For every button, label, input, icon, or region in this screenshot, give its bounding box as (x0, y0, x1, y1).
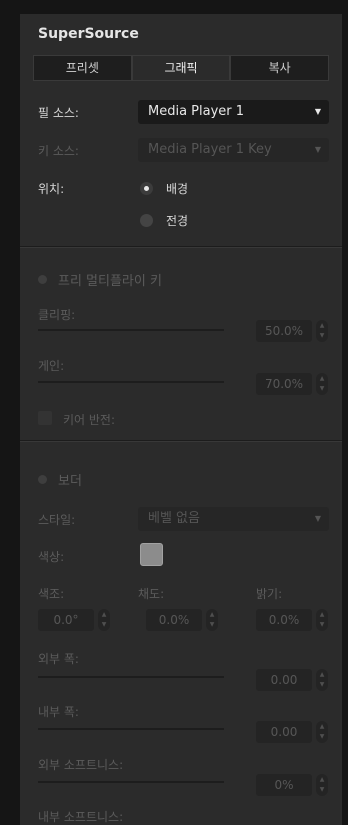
clip-value-field[interactable]: 50.0% (256, 320, 312, 342)
border-title: 보더 (58, 474, 82, 489)
fill-source-dropdown[interactable]: Media Player 1 ▼ (138, 100, 329, 124)
arrow-up-icon: ▲ (319, 776, 325, 783)
clip-label: 클리핑: (38, 308, 76, 322)
inner-width-value-field[interactable]: 0.00 (256, 721, 312, 743)
border-style-value: 베벨 없음 (148, 511, 200, 526)
chevron-down-icon: ▼ (314, 107, 321, 116)
supersource-panel: SuperSource 프리셋 그래픽 복사 필 소스: Media Playe… (20, 14, 342, 825)
section-divider (20, 440, 342, 442)
border-style-dropdown[interactable]: 베벨 없음 ▼ (138, 507, 329, 531)
arrow-down-icon: ▼ (319, 733, 325, 740)
inner-softness-label: 내부 소프트니스: (38, 810, 124, 824)
inner-width-stepper[interactable]: ▲ ▼ (316, 721, 328, 743)
chevron-down-icon: ▼ (314, 514, 321, 523)
arrow-up-icon: ▲ (319, 375, 325, 382)
chevron-down-icon: ▼ (314, 145, 321, 154)
position-background-label: 배경 (166, 182, 189, 196)
luminance-value-field[interactable]: 0.0% (256, 609, 312, 631)
arrow-down-icon: ▼ (101, 621, 107, 628)
luminance-label: 밝기: (256, 587, 283, 601)
gain-value-field[interactable]: 70.0% (256, 373, 312, 395)
outer-softness-value-field[interactable]: 0% (256, 774, 312, 796)
key-source-label: 키 소스: (38, 144, 79, 158)
invert-key-checkbox[interactable] (38, 411, 52, 425)
outer-softness-stepper[interactable]: ▲ ▼ (316, 774, 328, 796)
fill-source-label: 필 소스: (38, 106, 79, 120)
gain-label: 게인: (38, 359, 65, 373)
premultiply-title: 프리 멀티플라이 키 (58, 274, 162, 289)
position-foreground-radio[interactable] (140, 214, 153, 227)
outer-width-label: 외부 폭: (38, 652, 79, 666)
tab-underline (33, 80, 329, 81)
arrow-up-icon: ▲ (319, 322, 325, 329)
premultiply-enable-indicator[interactable] (38, 275, 47, 284)
gain-slider[interactable] (38, 381, 224, 383)
key-source-value: Media Player 1 Key (148, 142, 272, 157)
fill-source-value: Media Player 1 (148, 104, 245, 119)
section-divider (20, 246, 342, 248)
position-background-radio[interactable] (140, 182, 153, 195)
arrow-down-icon: ▼ (319, 621, 325, 628)
outer-width-slider[interactable] (38, 676, 224, 678)
border-style-label: 스타일: (38, 513, 76, 527)
hue-value-field[interactable]: 0.0° (38, 609, 94, 631)
position-foreground-label: 전경 (166, 214, 189, 228)
position-label: 위치: (38, 182, 65, 196)
gain-stepper[interactable]: ▲ ▼ (316, 373, 328, 395)
invert-key-label: 키어 반전: (63, 413, 116, 427)
outer-width-value-field[interactable]: 0.00 (256, 669, 312, 691)
arrow-down-icon: ▼ (319, 385, 325, 392)
border-color-swatch[interactable] (140, 543, 163, 566)
inner-width-label: 내부 폭: (38, 705, 79, 719)
clip-stepper[interactable]: ▲ ▼ (316, 320, 328, 342)
luminance-stepper[interactable]: ▲ ▼ (316, 609, 328, 631)
saturation-stepper[interactable]: ▲ ▼ (206, 609, 218, 631)
arrow-up-icon: ▲ (209, 611, 215, 618)
saturation-value-field[interactable]: 0.0% (146, 609, 202, 631)
panel-title: SuperSource (38, 26, 139, 42)
outer-width-stepper[interactable]: ▲ ▼ (316, 669, 328, 691)
arrow-up-icon: ▲ (319, 723, 325, 730)
arrow-down-icon: ▼ (319, 681, 325, 688)
hue-stepper[interactable]: ▲ ▼ (98, 609, 110, 631)
key-source-dropdown[interactable]: Media Player 1 Key ▼ (138, 138, 329, 162)
border-enable-indicator[interactable] (38, 475, 47, 484)
inner-width-slider[interactable] (38, 728, 224, 730)
tab-graphics[interactable]: 그래픽 (131, 55, 231, 81)
border-color-label: 색상: (38, 550, 65, 564)
saturation-label: 채도: (138, 587, 165, 601)
clip-slider[interactable] (38, 329, 224, 331)
outer-softness-slider[interactable] (38, 781, 224, 783)
outer-softness-label: 외부 소프트니스: (38, 758, 124, 772)
arrow-up-icon: ▲ (101, 611, 107, 618)
arrow-down-icon: ▼ (319, 786, 325, 793)
tab-copy[interactable]: 복사 (230, 55, 330, 81)
tab-presets[interactable]: 프리셋 (33, 55, 132, 81)
arrow-down-icon: ▼ (209, 621, 215, 628)
arrow-down-icon: ▼ (319, 332, 325, 339)
tab-bar: 프리셋 그래픽 복사 (33, 55, 330, 81)
arrow-up-icon: ▲ (319, 611, 325, 618)
arrow-up-icon: ▲ (319, 671, 325, 678)
hue-label: 색조: (38, 587, 65, 601)
